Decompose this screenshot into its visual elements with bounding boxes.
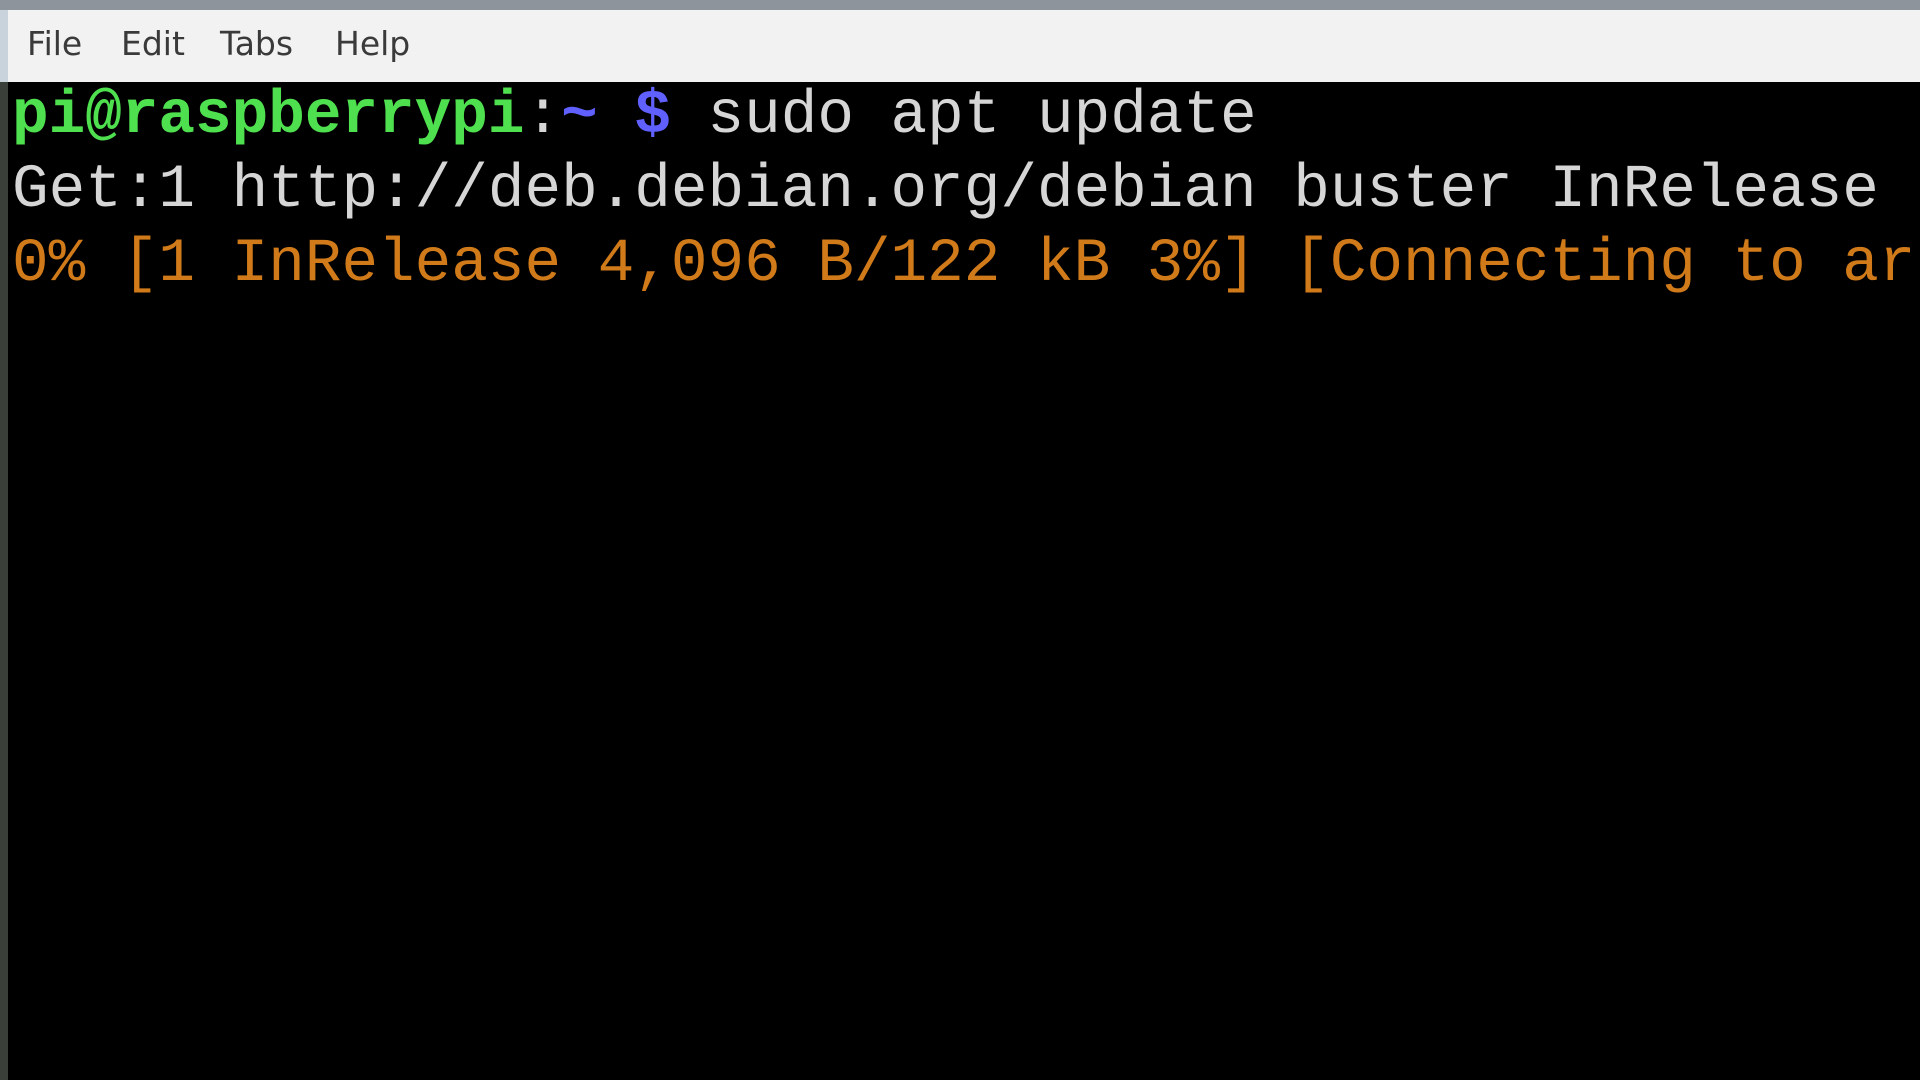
prompt-user-host: pi@raspberrypi [12,82,525,151]
window-top-border [0,0,1920,10]
menu-bar: File Edit Tabs Help [0,10,1920,82]
prompt-path: ~ [561,82,598,151]
terminal-area[interactable]: pi@raspberrypi:~ $ sudo apt update Get:1… [0,82,1920,1080]
prompt-line: pi@raspberrypi:~ $ sudo apt update [12,80,1257,154]
progress-line: 0% [1 InRelease 4,096 B/122 kB 3%] [Conn… [12,230,1916,299]
menu-tabs[interactable]: Tabs [220,24,293,63]
prompt-separator: : [524,82,562,151]
prompt-symbol: $ [634,82,671,151]
menu-help[interactable]: Help [335,24,410,63]
menu-file[interactable]: File [27,24,82,63]
command-text: sudo apt update [707,82,1257,151]
menu-edit[interactable]: Edit [121,24,185,63]
output-line: Get:1 http://deb.debian.org/debian buste… [12,156,1879,225]
